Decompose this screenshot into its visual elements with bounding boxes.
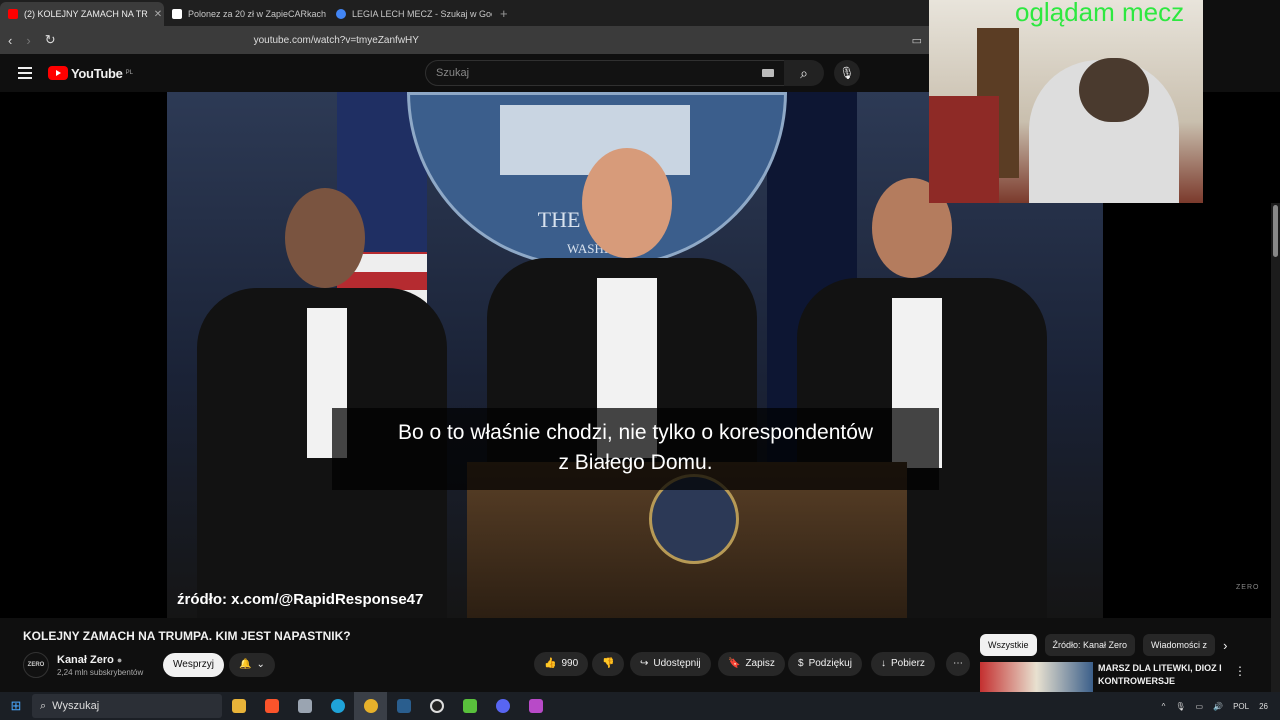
like-count: 990 (561, 658, 579, 669)
steam-icon[interactable] (387, 692, 420, 720)
edge-icon[interactable] (321, 692, 354, 720)
search-icon: ⌕ (800, 65, 808, 81)
tab-tiktok[interactable]: Polonez za 20 zł w ZapieCARkach | T (164, 2, 328, 26)
tab-label: Polonez za 20 zł w ZapieCARkach | T (188, 9, 328, 19)
back-icon[interactable]: ‹ (8, 33, 12, 48)
chevron-right-icon[interactable]: › (1223, 638, 1227, 653)
network-icon[interactable]: ▭ (1196, 702, 1204, 711)
share-button[interactable]: ↪ Udostępnij (630, 652, 711, 676)
system-tray: ^ 🎙 ▭ 🔊 POL 26 (1162, 702, 1280, 711)
clock-fragment[interactable]: 26 (1259, 702, 1268, 711)
save-label: Zapisz (745, 658, 775, 669)
search-input[interactable]: Szukaj (425, 60, 785, 86)
language-indicator[interactable]: POL (1233, 702, 1249, 711)
source-caption: źródło: x.com/@RapidResponse47 (177, 591, 424, 608)
more-icon: ⋯ (953, 658, 963, 669)
url-field[interactable]: youtube.com/watch?v=tmyeZanfwHY (254, 35, 419, 46)
download-label: Pobierz (891, 658, 925, 669)
discord-icon[interactable] (486, 692, 519, 720)
browser-tab-bar: (2) KOLEJNY ZAMACH NA TR ✕ Polonez za 20… (0, 0, 930, 26)
webcam-label: oglądam mecz (1015, 0, 1185, 27)
video-title: KOLEJNY ZAMACH NA TRUMPA. KIM JEST NAPAS… (23, 629, 351, 643)
channel-info: ZERO Kanał Zero ● 2,24 mln subskrybentów (23, 652, 143, 678)
search-icon: ⌕ (40, 699, 47, 712)
bookmark-icon: 🔖 (728, 658, 741, 669)
channel-name[interactable]: Kanał Zero ● (57, 654, 143, 666)
subtitle-line-1: Bo o to właśnie chodzi, nie tylko o kore… (397, 421, 874, 444)
video-subtitles: Bo o to właśnie chodzi, nie tylko o kore… (332, 408, 939, 490)
tab-label: (2) KOLEJNY ZAMACH NA TR (24, 9, 148, 19)
chrome-icon[interactable] (354, 692, 387, 720)
verified-icon: ● (116, 654, 123, 665)
thumbs-up-icon: 👍 (544, 658, 557, 669)
windows-taskbar: ⊞ ⌕ Wyszukaj ^ 🎙 ▭ 🔊 POL 26 (0, 692, 1280, 720)
download-icon: ↓ (881, 658, 886, 669)
media-player-icon[interactable] (453, 692, 486, 720)
chip-source[interactable]: Źródło: Kanał Zero (1044, 634, 1136, 656)
youtube-favicon-icon (8, 9, 18, 19)
keyboard-icon[interactable] (762, 69, 774, 77)
recommended-thumbnail[interactable] (980, 662, 1093, 694)
search-placeholder: Szukaj (436, 67, 470, 79)
brave-icon[interactable] (255, 692, 288, 720)
app-icon[interactable] (519, 692, 552, 720)
microphone-icon[interactable]: 🎙 (834, 60, 860, 86)
tab-google[interactable]: LEGIA LECH MECZ - Szukaj w Google (328, 2, 492, 26)
new-tab-icon[interactable]: + (492, 2, 516, 26)
obs-icon[interactable] (420, 692, 453, 720)
recommended-video[interactable]: MARSZ DLA LITEWKI, DIOZ I KONTROWERSJE ⋮ (980, 662, 1250, 694)
taskbar-search[interactable]: ⌕ Wyszukaj (32, 694, 222, 718)
thanks-label: Podziękuj (808, 658, 852, 669)
search-button[interactable]: ⌕ (784, 60, 824, 86)
volume-icon[interactable]: 🔊 (1213, 702, 1223, 711)
webcam-overlay: oglądam mecz (929, 0, 1203, 203)
dislike-button[interactable]: 👎 (592, 652, 625, 676)
region-code: PL (125, 70, 133, 76)
recommended-title[interactable]: MARSZ DLA LITEWKI, DIOZ I KONTROWERSJE (1098, 662, 1250, 688)
share-label: Udostępnij (653, 658, 701, 669)
file-explorer-icon[interactable] (222, 692, 255, 720)
thumbs-down-icon: 👎 (602, 658, 615, 669)
youtube-header: YouTube PL Szukaj ⌕ 🎙 (0, 54, 930, 92)
thanks-button[interactable]: $ Podziękuj (788, 652, 862, 676)
youtube-play-icon (48, 66, 68, 80)
cast-icon[interactable]: ▭ (912, 34, 922, 47)
close-icon[interactable]: ✕ (154, 9, 162, 20)
forward-icon[interactable]: › (26, 33, 30, 48)
chip-news[interactable]: Wiadomości z (1143, 634, 1216, 656)
channel-watermark: ZERO (1236, 584, 1260, 591)
channel-avatar[interactable]: ZERO (23, 652, 49, 678)
address-bar: ‹ › ↻ youtube.com/watch?v=tmyeZanfwHY ▭ (0, 26, 930, 54)
youtube-logo[interactable]: YouTube PL (48, 66, 133, 81)
microphone-icon[interactable]: 🎙 (1175, 702, 1185, 711)
subtitle-line-2: z Białego Domu. (558, 451, 713, 474)
notification-button[interactable]: 🔔 ⌄ (229, 653, 275, 677)
related-chips: Wszystkie Źródło: Kanał Zero Wiadomości … (980, 634, 1227, 656)
save-button[interactable]: 🔖 Zapisz (718, 652, 785, 676)
chevron-down-icon: ⌄ (256, 659, 265, 670)
share-icon: ↪ (640, 658, 649, 669)
reload-icon[interactable]: ↻ (45, 32, 56, 48)
more-icon[interactable]: ⋮ (1234, 664, 1246, 678)
tiktok-favicon-icon (172, 9, 182, 19)
like-button[interactable]: 👍 990 (534, 652, 589, 676)
more-actions-button[interactable]: ⋯ (946, 652, 970, 676)
google-favicon-icon (336, 9, 346, 19)
app-icon[interactable] (288, 692, 321, 720)
bell-icon: 🔔 (239, 659, 252, 670)
menu-icon[interactable] (18, 67, 32, 79)
windows-start-icon[interactable]: ⊞ (0, 698, 32, 714)
tab-label: LEGIA LECH MECZ - Szukaj w Google (352, 9, 492, 19)
chevron-up-icon[interactable]: ^ (1162, 702, 1166, 711)
support-button[interactable]: Wesprzyj (163, 653, 224, 677)
chip-all[interactable]: Wszystkie (980, 634, 1037, 656)
thanks-icon: $ (798, 658, 804, 669)
taskbar-search-label: Wyszukaj (52, 700, 100, 712)
subscriber-count: 2,24 mln subskrybentów (57, 667, 144, 677)
scrollbar[interactable] (1271, 203, 1280, 703)
tab-youtube[interactable]: (2) KOLEJNY ZAMACH NA TR ✕ (0, 2, 164, 26)
logo-text: YouTube (71, 65, 123, 81)
download-button[interactable]: ↓ Pobierz (871, 652, 935, 676)
